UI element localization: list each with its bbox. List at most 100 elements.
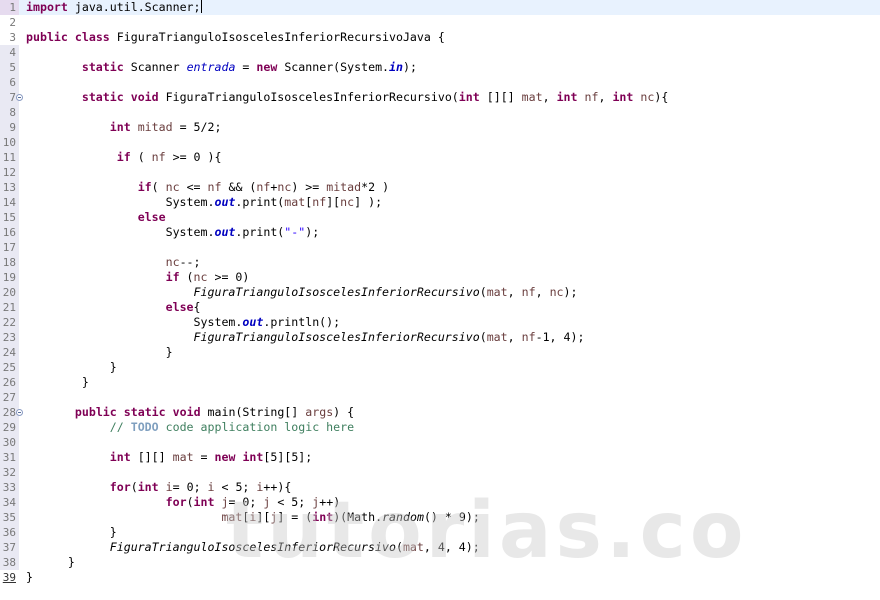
code-line[interactable]: 34 for(int j= 0; j < 5; j++)	[0, 495, 880, 510]
code-editor[interactable]: 1 import java.util.Scanner; 2 3 public class…	[0, 0, 880, 600]
code-line[interactable]: 26 }	[0, 375, 880, 390]
fold-collapse-icon[interactable]	[16, 94, 23, 101]
code-text: }	[26, 570, 33, 585]
code-token-text: <=	[179, 180, 208, 194]
code-text: if (nc >= 0)	[26, 270, 250, 285]
line-number: 32	[2, 466, 16, 479]
code-lines[interactable]: 1 import java.util.Scanner; 2 3 public class…	[0, 0, 880, 585]
code-token-var: nc	[277, 180, 292, 194]
code-text: for(int i= 0; i < 5; i++){	[26, 480, 292, 495]
code-token-kw: new	[214, 450, 236, 464]
code-line[interactable]: 39}	[0, 570, 880, 585]
code-line[interactable]: 11 if ( nf >= 0 ){	[0, 150, 880, 165]
code-text: public class FiguraTrianguloIsoscelesInf…	[26, 30, 445, 45]
code-text: import java.util.Scanner;	[26, 0, 202, 15]
code-token-kw: int	[242, 450, 264, 464]
code-line[interactable]: 15 else	[0, 210, 880, 225]
code-line[interactable]: 32	[0, 465, 880, 480]
line-number: 11	[2, 151, 16, 164]
code-token-text: System.	[26, 195, 215, 209]
code-text: public static void main(String[] args) {	[26, 405, 354, 420]
code-token-text: ,	[507, 330, 522, 344]
code-token-todo: TODO	[130, 420, 159, 434]
code-token-text: --;	[179, 255, 201, 269]
code-line[interactable]: 29 // TODO code application logic here	[0, 420, 880, 435]
code-token-kw: else	[137, 210, 166, 224]
code-line[interactable]: 14 System.out.print(mat[nf][nc] );	[0, 195, 880, 210]
code-line[interactable]: 31 int [][] mat = new int[5][5];	[0, 450, 880, 465]
code-line[interactable]: 22 System.out.println();	[0, 315, 880, 330]
code-text: System.out.println();	[26, 315, 341, 330]
code-token-text: {	[193, 300, 201, 314]
code-line[interactable]: 37 FiguraTrianguloIsoscelesInferiorRecur…	[0, 540, 880, 555]
code-line[interactable]: 28 public static void main(String[] args…	[0, 405, 880, 420]
line-number: 4	[9, 46, 16, 59]
code-token-text: ,	[542, 90, 557, 104]
code-token-kw: int	[458, 90, 480, 104]
code-token-text: () * 9);	[423, 510, 480, 524]
code-token-text: [][]	[479, 90, 522, 104]
code-line[interactable]: 38 }	[0, 555, 880, 570]
code-token-kw: void	[172, 405, 201, 419]
code-line[interactable]: 36 }	[0, 525, 880, 540]
code-line[interactable]: 4	[0, 45, 880, 60]
code-line[interactable]: 9 int mitad = 5/2;	[0, 120, 880, 135]
code-line[interactable]: 20 FiguraTrianguloIsoscelesInferiorRecur…	[0, 285, 880, 300]
code-line[interactable]: 1 import java.util.Scanner;	[0, 0, 880, 15]
code-text: // TODO code application logic here	[26, 420, 354, 435]
code-line[interactable]: 21 else{	[0, 300, 880, 315]
code-token-text: ,	[507, 285, 522, 299]
line-number: 24	[2, 346, 16, 359]
code-token-text: -1, 4);	[535, 330, 585, 344]
line-number: 29	[2, 421, 16, 434]
code-line[interactable]: 13 if( nc <= nf && (nf+nc) >= mitad*2 )	[0, 180, 880, 195]
line-number: 18	[2, 256, 16, 269]
code-token-var: nf	[584, 90, 599, 104]
code-line[interactable]: 35 mat[i][j] = (int)(Math.random() * 9);	[0, 510, 880, 525]
code-token-text: ++){	[263, 480, 292, 494]
code-token-text: >= 0 ){	[165, 150, 222, 164]
code-line[interactable]: 30	[0, 435, 880, 450]
code-line[interactable]: 33 for(int i= 0; i < 5; i++){	[0, 480, 880, 495]
code-token-text: main(String[]	[200, 405, 306, 419]
code-line[interactable]: 19 if (nc >= 0)	[0, 270, 880, 285]
code-line[interactable]: 18 nc--;	[0, 255, 880, 270]
code-token-text: < 5;	[270, 495, 313, 509]
code-token-smeth: FiguraTrianguloIsoscelesInferiorRecursiv…	[193, 330, 480, 344]
code-text: FiguraTrianguloIsoscelesInferiorRecursiv…	[26, 285, 578, 300]
code-line[interactable]: 7 static void FiguraTrianguloIsoscelesIn…	[0, 90, 880, 105]
code-line[interactable]: 5 static Scanner entrada = new Scanner(S…	[0, 60, 880, 75]
code-line[interactable]: 25 }	[0, 360, 880, 375]
text-caret	[200, 0, 202, 13]
line-number: 39	[2, 571, 16, 584]
line-number: 30	[2, 436, 16, 449]
code-token-kw: public	[26, 30, 68, 44]
code-line[interactable]: 10	[0, 135, 880, 150]
code-line[interactable]: 6	[0, 75, 880, 90]
code-line[interactable]: 16 System.out.print("-");	[0, 225, 880, 240]
code-token-text: System.	[26, 315, 243, 329]
code-token-var: nf	[521, 285, 536, 299]
code-token-text: System.	[26, 225, 215, 239]
code-line[interactable]: 2	[0, 15, 880, 30]
code-line[interactable]: 12	[0, 165, 880, 180]
code-line[interactable]: 27	[0, 390, 880, 405]
code-text: }	[26, 375, 89, 390]
line-number: 5	[9, 61, 16, 74]
code-line[interactable]: 17	[0, 240, 880, 255]
line-number: 16	[2, 226, 16, 239]
code-token-text: FiguraTrianguloIsoscelesInferiorRecursiv…	[158, 90, 459, 104]
code-line[interactable]: 23 FiguraTrianguloIsoscelesInferiorRecur…	[0, 330, 880, 345]
code-token-text: (	[479, 330, 487, 344]
fold-collapse-icon[interactable]	[16, 409, 23, 416]
code-line[interactable]: 24 }	[0, 345, 880, 360]
code-line[interactable]: 3 public class FiguraTrianguloIsoscelesIn…	[0, 30, 880, 45]
code-token-var: nc	[640, 90, 655, 104]
code-line[interactable]: 8	[0, 105, 880, 120]
code-token-text: );	[305, 225, 320, 239]
